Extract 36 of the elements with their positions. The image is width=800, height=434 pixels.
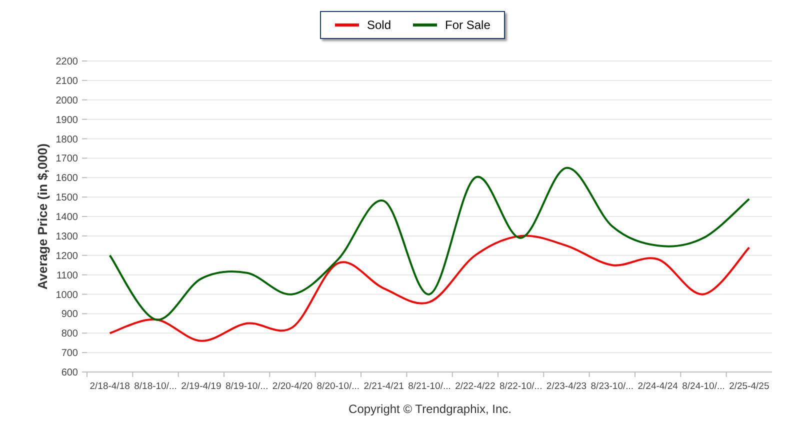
y-tick-label: 1600	[56, 173, 78, 184]
x-tick-label: 8/23-10/...	[590, 381, 634, 392]
x-tick-label: 8/22-10/...	[499, 381, 542, 392]
legend-label: For Sale	[445, 18, 490, 32]
x-tick-label: 2/25-4/25	[729, 381, 770, 392]
y-tick-label: 900	[61, 309, 78, 320]
y-tick-label: 2100	[56, 76, 78, 87]
x-tick-label: 2/19-4/19	[181, 381, 222, 392]
x-tick-label: 8/20-10/...	[316, 381, 360, 392]
x-tick-label: 8/21-10/...	[408, 381, 451, 392]
y-tick-label: 800	[61, 328, 78, 340]
y-tick-label: 1800	[56, 134, 78, 146]
x-tick-label: 2/21-4/21	[364, 381, 404, 392]
y-tick-label: 1500	[56, 192, 78, 204]
y-tick-label: 1000	[56, 290, 78, 301]
x-tick-label: 8/19-10/...	[225, 381, 268, 392]
y-axis-title: Average Price (in $,000)	[35, 143, 50, 290]
x-tick-label: 2/22-4/22	[455, 381, 496, 392]
y-tick-label: 1300	[56, 231, 78, 242]
x-tick-label: 2/18-4/18	[90, 381, 130, 392]
y-tick-label: 2200	[56, 56, 78, 68]
y-tick-label: 1400	[56, 212, 78, 223]
copyright-text: Copyright © Trendgraphix, Inc.	[348, 402, 512, 416]
x-tick-label: 8/24-10/...	[682, 381, 725, 392]
y-tick-label: 1200	[56, 250, 78, 262]
x-tick-label: 2/24-4/24	[638, 381, 678, 392]
x-tick-label: 2/23-4/23	[546, 381, 587, 392]
y-tick-label: 2000	[56, 95, 78, 106]
y-tick-label: 600	[61, 368, 78, 378]
x-tick-label: 8/18-10/...	[134, 381, 177, 392]
y-tick-label: 1100	[56, 270, 78, 282]
x-tick-label: 2/20-4/20	[272, 381, 313, 392]
legend-label: Sold	[367, 18, 392, 32]
y-tick-label: 1900	[56, 114, 78, 126]
y-tick-label: 1700	[56, 154, 78, 165]
y-tick-label: 700	[61, 348, 78, 360]
